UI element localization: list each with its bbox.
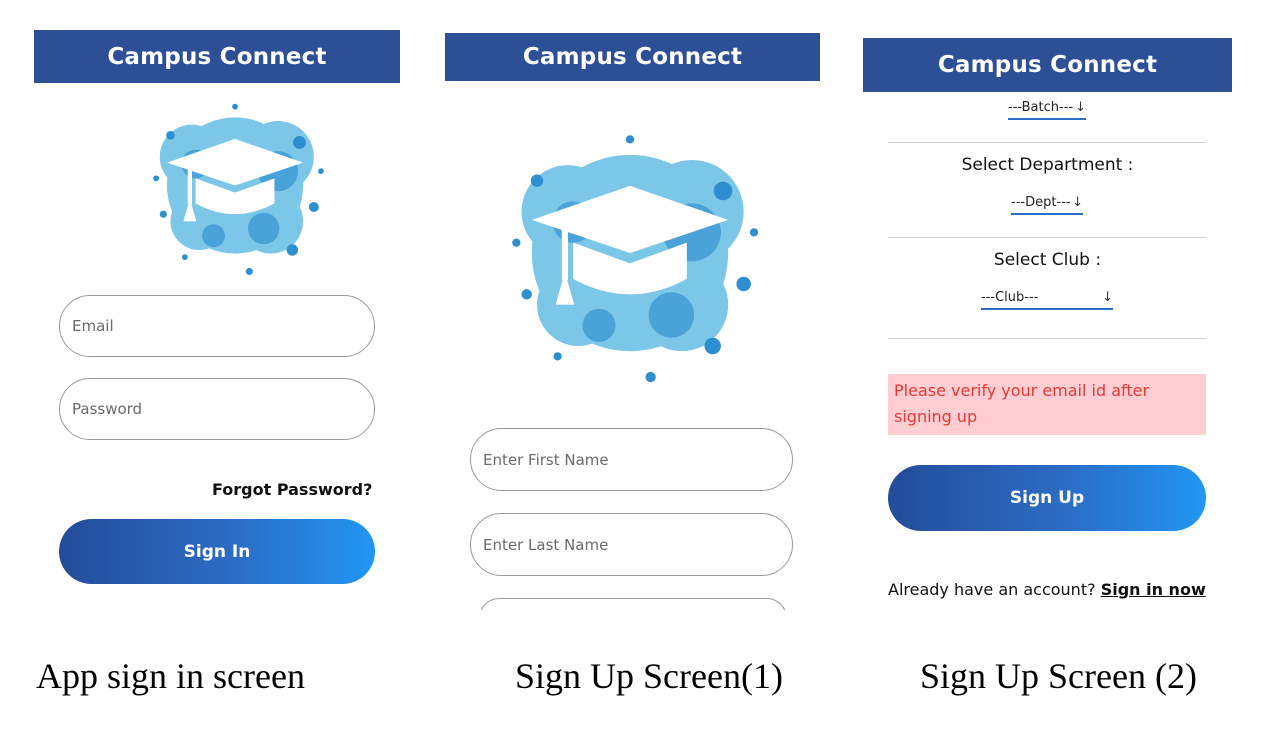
divider [888, 142, 1206, 143]
dept-value: ---Dept--- [1011, 195, 1071, 210]
caption-signin: App sign in screen [36, 656, 305, 696]
signin-now-link[interactable]: Sign in now [1101, 580, 1206, 599]
department-dropdown[interactable]: ---Dept--- ↓ [1011, 195, 1083, 215]
app-title-bar: Campus Connect [34, 30, 400, 83]
signup-screen-2: Campus Connect ---Batch--- ↓ Select Depa… [863, 0, 1232, 610]
batch-dropdown[interactable]: ---Batch--- ↓ [1008, 100, 1086, 120]
first-name-placeholder: Enter First Name [483, 450, 609, 469]
first-name-input[interactable]: Enter First Name [470, 428, 793, 491]
club-label: Select Club : [993, 250, 1102, 270]
batch-value: ---Batch--- [1008, 100, 1074, 115]
arrow-down-icon: ↓ [1075, 100, 1086, 115]
graduation-cap-logo-icon [475, 88, 785, 418]
signup-button[interactable]: Sign Up [888, 465, 1206, 531]
password-placeholder: Password [72, 400, 143, 418]
email-input[interactable]: Email [59, 295, 375, 357]
arrow-down-icon: ↓ [1072, 195, 1083, 210]
arrow-down-icon: ↓ [1102, 290, 1113, 305]
caption-signup-1: Sign Up Screen(1) [515, 656, 783, 696]
last-name-placeholder: Enter Last Name [483, 535, 609, 554]
graduation-cap-logo-icon [100, 78, 370, 293]
signup-screen-1: Campus Connect Enter First Name Enter La… [445, 0, 820, 610]
signin-prompt: Already have an account? Sign in now [888, 580, 1218, 599]
club-dropdown[interactable]: ---Club--- ↓ [981, 290, 1113, 310]
app-title-bar: Campus Connect [863, 38, 1232, 92]
email-placeholder: Email [72, 317, 114, 335]
forgot-password-link[interactable]: Forgot Password? [212, 480, 372, 499]
app-title-bar: Campus Connect [445, 33, 820, 81]
caption-signup-2: Sign Up Screen (2) [920, 656, 1197, 696]
department-label: Select Department : [961, 155, 1134, 175]
signin-screen: Campus Connect Email Password Forgot Pas… [34, 0, 400, 610]
next-input-partial[interactable] [479, 598, 787, 610]
last-name-input[interactable]: Enter Last Name [470, 513, 793, 576]
password-input[interactable]: Password [59, 378, 375, 440]
signin-button[interactable]: Sign In [59, 519, 375, 584]
club-value: ---Club--- [981, 290, 1039, 305]
account-prompt-text: Already have an account? [888, 580, 1096, 599]
divider [888, 237, 1206, 238]
divider [888, 338, 1206, 339]
verify-email-alert: Please verify your email id after signin… [888, 374, 1206, 435]
